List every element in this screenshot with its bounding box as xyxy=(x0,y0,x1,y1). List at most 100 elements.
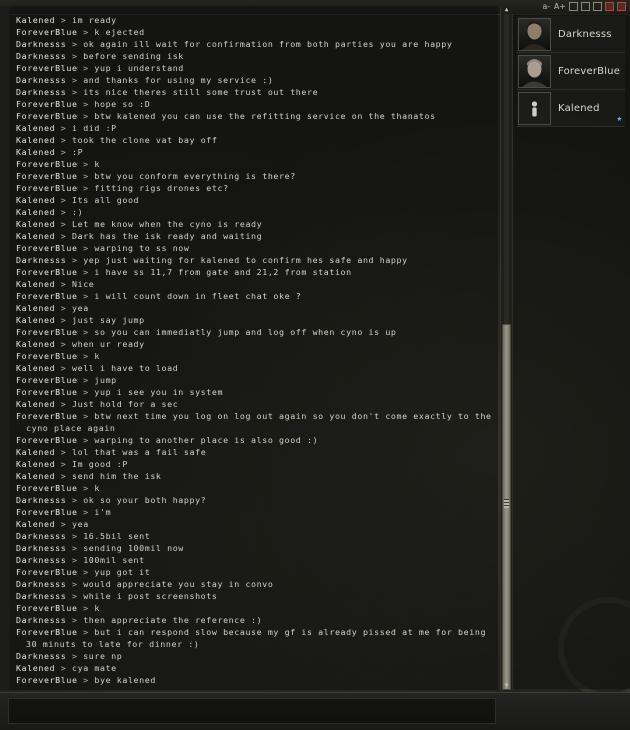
message-sender[interactable]: ForeverBlue xyxy=(16,567,78,577)
message-sender[interactable]: ForeverBlue xyxy=(16,627,78,637)
message-sender[interactable]: Kalened xyxy=(16,315,55,325)
chat-scrollbar[interactable]: ▲ ▼ xyxy=(500,6,512,690)
font-smaller-button[interactable]: a- xyxy=(542,2,551,12)
message-separator: > xyxy=(60,123,67,133)
message-sender[interactable]: Kalened xyxy=(16,399,55,409)
message-sender[interactable]: Kalened xyxy=(16,147,55,157)
message-sender[interactable]: Darknesss xyxy=(16,51,66,61)
message-text: send him the isk xyxy=(72,471,162,481)
message-text: Im good :P xyxy=(72,459,128,469)
message-sender[interactable]: Darknesss xyxy=(16,579,66,589)
message-sender[interactable]: Kalened xyxy=(16,135,55,145)
message-sender[interactable]: ForeverBlue xyxy=(16,27,78,37)
message-text: then appreciate the reference :) xyxy=(83,615,263,625)
message-sender[interactable]: ForeverBlue xyxy=(16,327,78,337)
scroll-down-arrow[interactable]: ▼ xyxy=(502,682,511,689)
chat-message: ForeverBlue > i have ss 11,7 from gate a… xyxy=(16,266,496,278)
message-sender[interactable]: Kalened xyxy=(16,447,55,457)
message-sender[interactable]: ForeverBlue xyxy=(16,267,78,277)
message-separator: > xyxy=(83,327,89,337)
chat-message: Kalened > just say jump xyxy=(16,314,496,326)
chat-toolbar: a- A+ xyxy=(542,0,626,13)
message-separator: > xyxy=(71,51,78,61)
message-separator: > xyxy=(60,471,67,481)
message-sender[interactable]: Kalened xyxy=(16,471,55,481)
message-text: Dark has the isk ready and waiting xyxy=(72,231,263,241)
message-sender[interactable]: Kalened xyxy=(16,303,55,313)
message-separator: > xyxy=(83,675,89,685)
message-text: sending 100mil now xyxy=(83,543,184,553)
member-list: Darknesss ForeverBlue Kalened ★ xyxy=(512,14,630,689)
scroll-up-arrow[interactable]: ▲ xyxy=(502,6,511,13)
message-sender[interactable]: Darknesss xyxy=(16,87,66,97)
chat-message: Darknesss > sure np xyxy=(16,650,496,662)
member-darknesss[interactable]: Darknesss xyxy=(517,16,625,53)
message-sender[interactable]: Kalened xyxy=(16,363,55,373)
chat-message: Kalened > Just hold for a sec xyxy=(16,398,496,410)
message-sender[interactable]: Kalened xyxy=(16,207,55,217)
message-sender[interactable]: Darknesss xyxy=(16,39,66,49)
message-sender[interactable]: ForeverBlue xyxy=(16,387,78,397)
chat-lines: Kalened > im ready ForeverBlue > k ejecte… xyxy=(16,14,496,686)
message-sender[interactable]: Darknesss xyxy=(16,615,66,625)
message-sender[interactable]: ForeverBlue xyxy=(16,603,78,613)
message-sender[interactable]: Kalened xyxy=(16,279,55,289)
message-sender[interactable]: Darknesss xyxy=(16,495,66,505)
message-sender[interactable]: Darknesss xyxy=(16,255,66,265)
message-sender[interactable]: Kalened xyxy=(16,663,55,673)
message-sender[interactable]: Kalened xyxy=(16,219,55,229)
message-sender[interactable]: ForeverBlue xyxy=(16,507,78,517)
message-sender[interactable]: ForeverBlue xyxy=(16,111,78,121)
message-separator: > xyxy=(83,159,89,169)
message-separator: > xyxy=(83,387,89,397)
settings-icon[interactable] xyxy=(593,2,602,12)
member-foreverblue[interactable]: ForeverBlue xyxy=(517,53,625,90)
message-sender[interactable]: ForeverBlue xyxy=(16,243,78,253)
close-icon[interactable] xyxy=(617,2,626,12)
message-sender[interactable]: ForeverBlue xyxy=(16,375,78,385)
message-sender[interactable]: ForeverBlue xyxy=(16,99,78,109)
minimize-icon[interactable] xyxy=(605,2,614,12)
font-larger-button[interactable]: A+ xyxy=(554,2,566,12)
message-text: just say jump xyxy=(72,315,145,325)
message-sender[interactable]: ForeverBlue xyxy=(16,411,78,421)
message-sender[interactable]: ForeverBlue xyxy=(16,291,78,301)
message-separator: > xyxy=(83,291,89,301)
message-sender[interactable]: Darknesss xyxy=(16,531,66,541)
chat-message: ForeverBlue > so you can immediatly jump… xyxy=(16,326,496,338)
chat-message: Kalened > Its all good xyxy=(16,194,496,206)
message-sender[interactable]: ForeverBlue xyxy=(16,483,78,493)
message-sender[interactable]: ForeverBlue xyxy=(16,435,78,445)
message-separator: > xyxy=(60,399,67,409)
message-sender[interactable]: ForeverBlue xyxy=(16,159,78,169)
message-sender[interactable]: Darknesss xyxy=(16,555,66,565)
message-sender[interactable]: Kalened xyxy=(16,339,55,349)
chat-message: ForeverBlue > hope so :D xyxy=(16,98,496,110)
message-sender[interactable]: ForeverBlue xyxy=(16,351,78,361)
message-separator: > xyxy=(71,555,78,565)
detail-view-icon[interactable] xyxy=(581,2,590,12)
message-text: took the clone vat bay off xyxy=(72,135,218,145)
chat-message: Kalened > when ur ready xyxy=(16,338,496,350)
message-sender[interactable]: Darknesss xyxy=(16,591,66,601)
chat-input[interactable] xyxy=(8,698,496,724)
message-sender[interactable]: ForeverBlue xyxy=(16,675,78,685)
message-sender[interactable]: Darknesss xyxy=(16,543,66,553)
scroll-thumb[interactable] xyxy=(502,324,511,690)
message-separator: > xyxy=(71,543,78,553)
message-sender[interactable]: Kalened xyxy=(16,231,55,241)
message-sender[interactable]: Kalened xyxy=(16,15,55,25)
message-sender[interactable]: ForeverBlue xyxy=(16,171,78,181)
chat-log[interactable]: Kalened > im ready ForeverBlue > k ejecte… xyxy=(0,6,498,690)
message-sender[interactable]: Kalened xyxy=(16,123,55,133)
message-sender[interactable]: Kalened xyxy=(16,459,55,469)
message-separator: > xyxy=(83,267,89,277)
message-sender[interactable]: ForeverBlue xyxy=(16,183,78,193)
message-sender[interactable]: Darknesss xyxy=(16,75,66,85)
message-sender[interactable]: Darknesss xyxy=(16,651,66,661)
message-sender[interactable]: ForeverBlue xyxy=(16,63,78,73)
message-sender[interactable]: Kalened xyxy=(16,195,55,205)
member-kalened[interactable]: Kalened ★ xyxy=(517,90,625,127)
message-sender[interactable]: Kalened xyxy=(16,519,55,529)
list-view-icon[interactable] xyxy=(569,2,578,12)
